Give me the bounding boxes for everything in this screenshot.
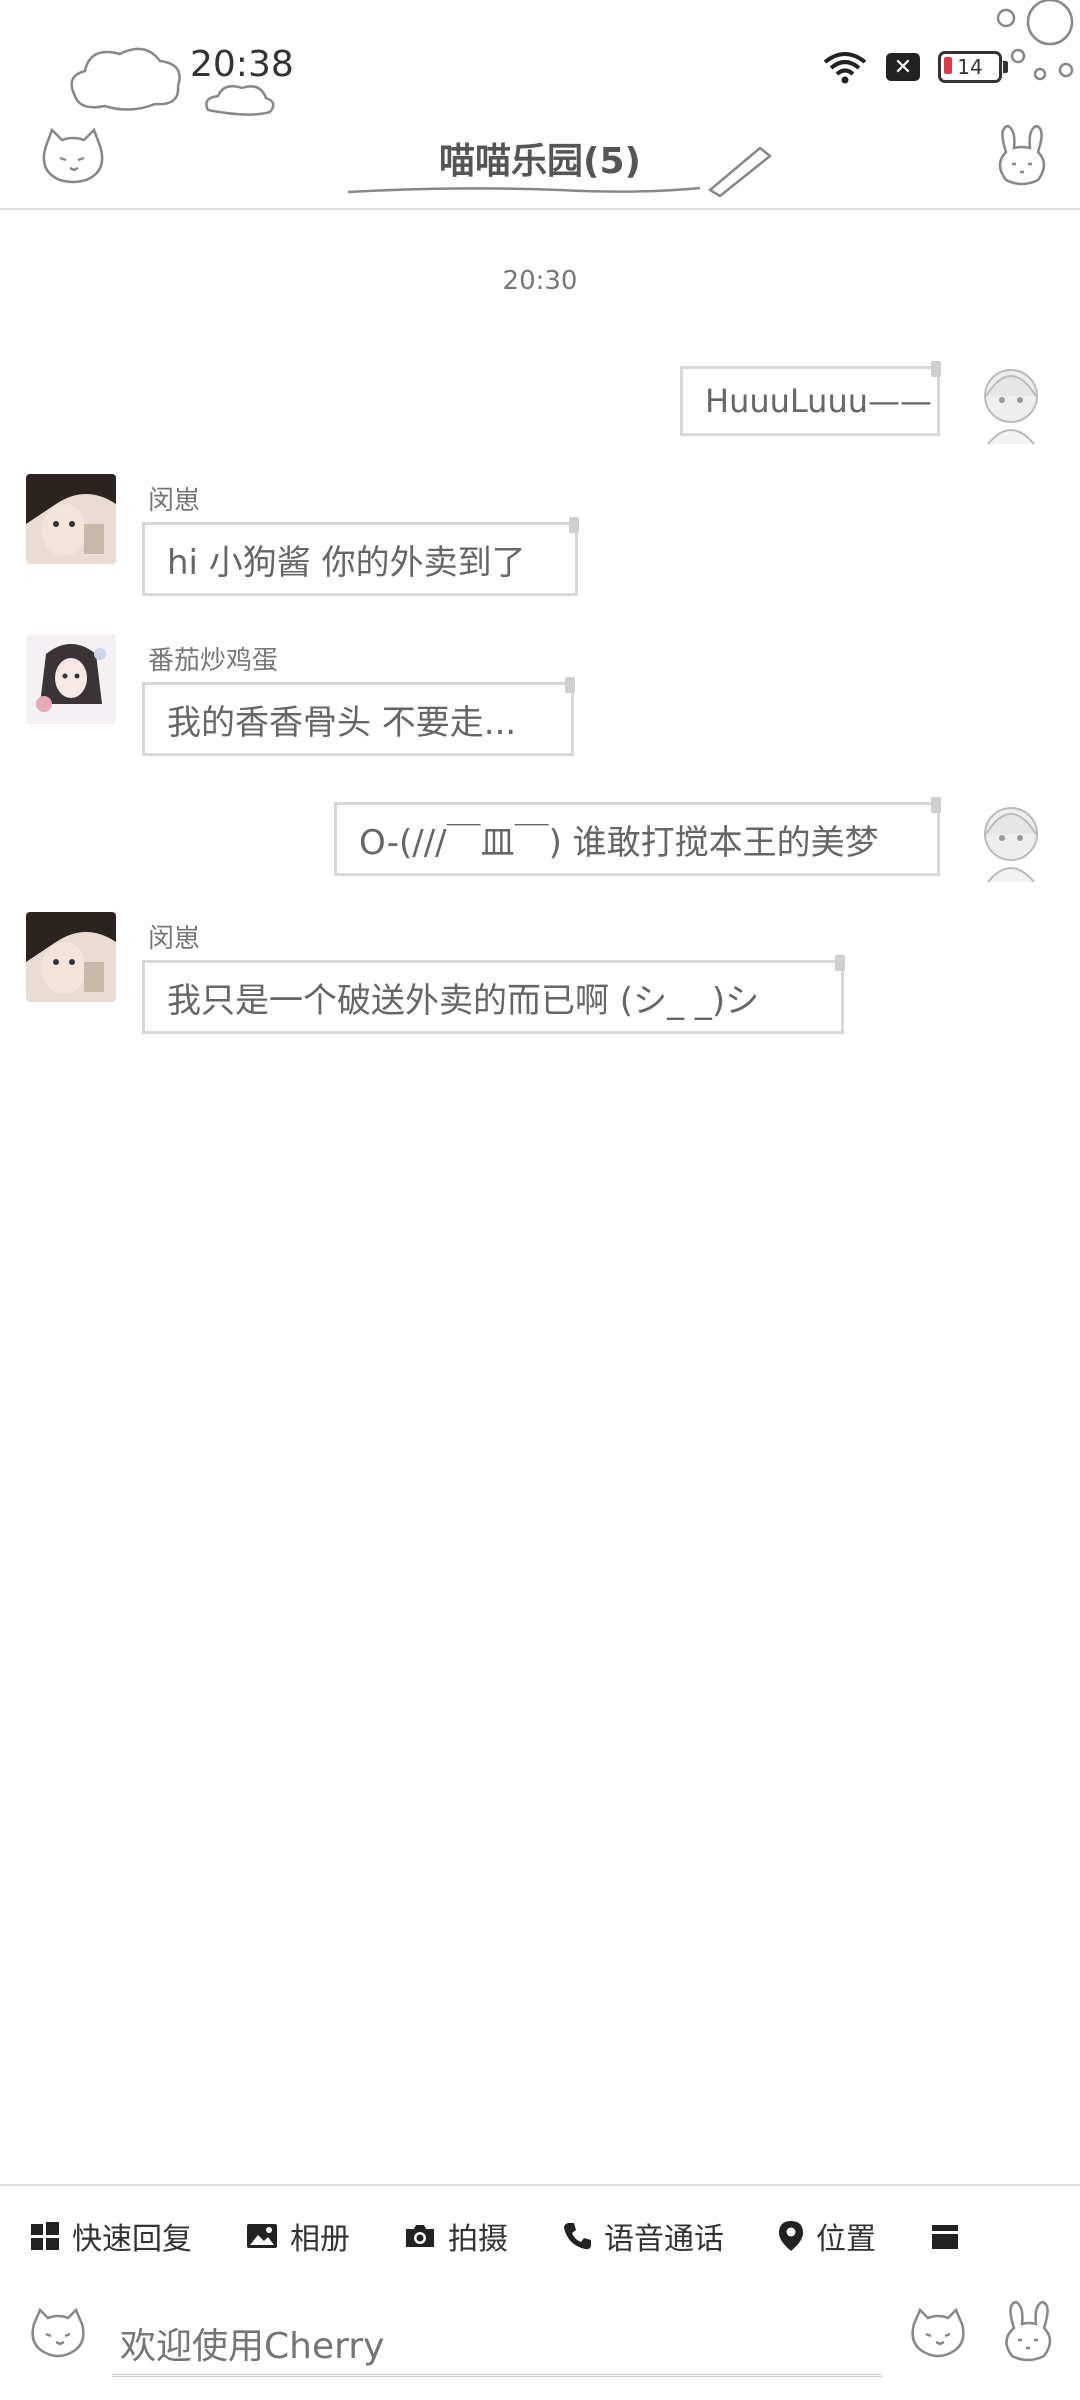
bunny-face-icon[interactable] — [1000, 2300, 1056, 2364]
user-avatar-tomato[interactable] — [26, 634, 116, 724]
cloud-doodle-icon — [205, 85, 275, 116]
message-bubble-outgoing[interactable]: O-(///￣皿￣) 谁敢打搅本王的美梦 — [334, 797, 941, 876]
status-icons: ✕ 14 — [822, 50, 1008, 84]
chat-timestamp: 20:30 — [502, 266, 578, 296]
location-button[interactable]: 位置 — [778, 2214, 876, 2258]
wifi-icon — [823, 52, 867, 84]
grid-icon — [31, 2222, 59, 2250]
dnd-icon: ✕ — [886, 53, 920, 81]
quick-reply-button[interactable]: 快速回复 — [30, 2214, 192, 2258]
toolbar-divider — [0, 2184, 1080, 2186]
camera-button[interactable]: 拍摄 — [404, 2214, 508, 2258]
message-bubble-incoming[interactable]: 我只是一个破送外卖的而已啊 (シ_ _)シ — [142, 955, 845, 1034]
header-divider — [0, 208, 1080, 210]
message-input[interactable] — [118, 2310, 882, 2382]
bunny-face-icon[interactable] — [992, 124, 1052, 188]
cat-face-emoji-button-icon[interactable] — [906, 2304, 970, 2360]
voice-call-button[interactable]: 语音通话 — [562, 2214, 724, 2258]
album-button[interactable]: 相册 — [246, 2214, 350, 2258]
gift-box-icon — [932, 2225, 958, 2249]
phone-icon — [564, 2223, 591, 2250]
sender-name: 闵崽 — [148, 924, 201, 954]
image-icon — [247, 2224, 277, 2248]
user-avatar-self[interactable] — [966, 794, 1056, 884]
status-time: 20:38 — [190, 44, 294, 85]
message-bubble-outgoing[interactable]: HuuuLuuu—— — [680, 361, 941, 436]
camera-icon — [406, 2225, 434, 2247]
cloud-doodle-icon — [70, 47, 181, 111]
more-tool-button[interactable] — [930, 2221, 972, 2251]
user-avatar-self[interactable] — [966, 356, 1056, 446]
cat-face-icon[interactable] — [26, 2304, 90, 2360]
message-bubble-incoming[interactable]: 我的香香骨头 不要走... — [142, 677, 575, 756]
location-pin-icon — [779, 2221, 803, 2251]
user-avatar-min[interactable] — [26, 474, 116, 564]
sender-name: 番茄炒鸡蛋 — [148, 646, 279, 676]
message-bubble-incoming[interactable]: hi 小狗酱 你的外卖到了 — [142, 517, 579, 596]
input-toolbar: 快速回复 相册 拍摄 语音通话 位置 — [30, 2206, 1080, 2266]
bubble-doodle-icon — [996, 0, 1074, 81]
sender-name: 闵崽 — [148, 486, 201, 516]
user-avatar-min[interactable] — [26, 912, 116, 1002]
pencil-underline-doodle — [347, 146, 773, 198]
input-underline — [112, 2374, 882, 2377]
